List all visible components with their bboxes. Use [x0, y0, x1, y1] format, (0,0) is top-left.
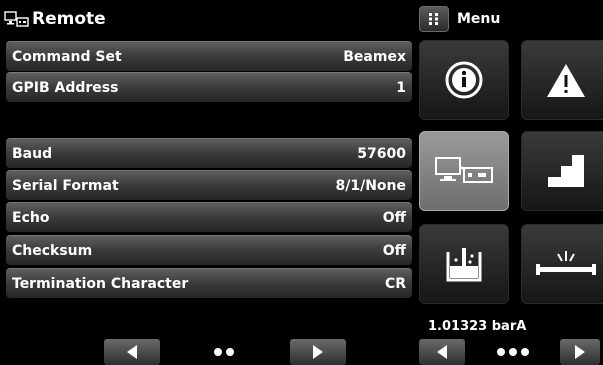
arrow-right-icon [313, 345, 323, 359]
setting-value: Beamex [343, 48, 406, 65]
page-title: Remote [32, 9, 106, 29]
remote-icon [435, 157, 493, 183]
info-icon [445, 61, 483, 99]
setting-label: Checksum [12, 242, 93, 259]
page-indicator-right [497, 348, 529, 356]
page-dot [497, 348, 505, 356]
setting-row-command-set[interactable]: Command Set Beamex [6, 41, 412, 71]
step-icon [548, 155, 584, 187]
next-page-button[interactable] [290, 339, 346, 365]
remote-icon [4, 9, 30, 29]
setting-value: CR [384, 275, 406, 292]
setting-label: Termination Character [12, 275, 189, 292]
page-dot [226, 348, 234, 356]
setting-row-baud[interactable]: Baud 57600 [6, 138, 412, 168]
setting-label: Echo [12, 209, 50, 226]
menu-bar: Menu [419, 0, 603, 38]
arrow-left-icon [127, 345, 137, 359]
menu-next-button[interactable] [560, 339, 600, 365]
setting-label: GPIB Address [12, 79, 119, 96]
setting-value: 8/1/None [335, 177, 406, 194]
setting-value: Off [382, 209, 406, 226]
title-bar: Remote [0, 0, 414, 38]
setting-value: 1 [396, 79, 406, 96]
setting-row-checksum[interactable]: Checksum Off [6, 235, 412, 265]
setting-row-echo[interactable]: Echo Off [6, 202, 412, 232]
page-dot [214, 348, 222, 356]
page-dot [521, 348, 529, 356]
warning-tile[interactable] [521, 40, 603, 120]
burst-icon [536, 251, 596, 275]
setting-row-serial-format[interactable]: Serial Format 8/1/None [6, 170, 412, 200]
menu-button[interactable] [419, 6, 449, 32]
step-tile[interactable] [521, 131, 603, 211]
remote-tile[interactable] [419, 131, 509, 211]
setting-row-termination-character[interactable]: Termination Character CR [6, 268, 412, 298]
menu-label: Menu [457, 11, 501, 27]
arrow-right-icon [575, 345, 585, 359]
pressure-readout: 1.01323 barA [428, 319, 527, 334]
page-dot [509, 348, 517, 356]
info-tile[interactable] [419, 40, 509, 120]
leak-test-icon [446, 248, 482, 282]
menu-prev-button[interactable] [419, 339, 465, 365]
burst-tile[interactable] [521, 224, 603, 304]
page-indicator-left [214, 348, 234, 356]
arrow-left-icon [437, 345, 447, 359]
prev-page-button[interactable] [104, 339, 160, 365]
setting-label: Command Set [12, 48, 122, 65]
leak-test-tile[interactable] [419, 224, 509, 304]
setting-label: Baud [12, 145, 53, 162]
menu-grid-icon [429, 13, 438, 25]
setting-value: 57600 [357, 145, 406, 162]
setting-label: Serial Format [12, 177, 119, 194]
warning-icon [547, 64, 585, 97]
setting-value: Off [382, 242, 406, 259]
setting-row-gpib-address[interactable]: GPIB Address 1 [6, 72, 412, 102]
